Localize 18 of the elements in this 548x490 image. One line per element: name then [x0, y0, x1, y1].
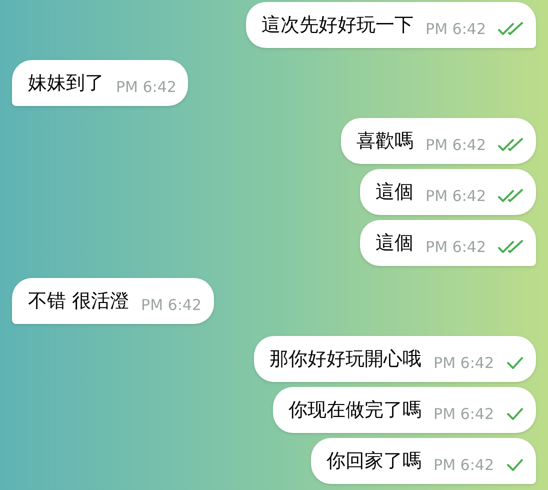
message-time: PM 6:42: [426, 236, 486, 258]
message-time: PM 6:42: [434, 404, 494, 425]
message-time: PM 6:42: [426, 186, 486, 207]
message-time: PM 6:42: [426, 18, 486, 40]
message-text: 這次先好好玩一下: [262, 12, 414, 38]
message-text: 那你好好玩開心哦: [270, 346, 422, 372]
message-text: 妹妹到了: [28, 70, 104, 96]
message-time: PM 6:42: [426, 134, 486, 156]
message-text: 這個: [376, 230, 414, 256]
message-text: 你回家了嗎: [326, 448, 422, 474]
message-text: 你现在做完了嗎: [288, 398, 422, 423]
message-text: 不错 很活澄: [28, 288, 130, 314]
message-time: PM 6:42: [434, 352, 494, 374]
message-text: 喜歡嗎: [356, 128, 414, 154]
message-time: PM 6:42: [141, 294, 202, 316]
message-text: 這個: [376, 180, 414, 205]
message-time: PM 6:42: [116, 76, 176, 98]
message-time: PM 6:42: [434, 454, 494, 476]
